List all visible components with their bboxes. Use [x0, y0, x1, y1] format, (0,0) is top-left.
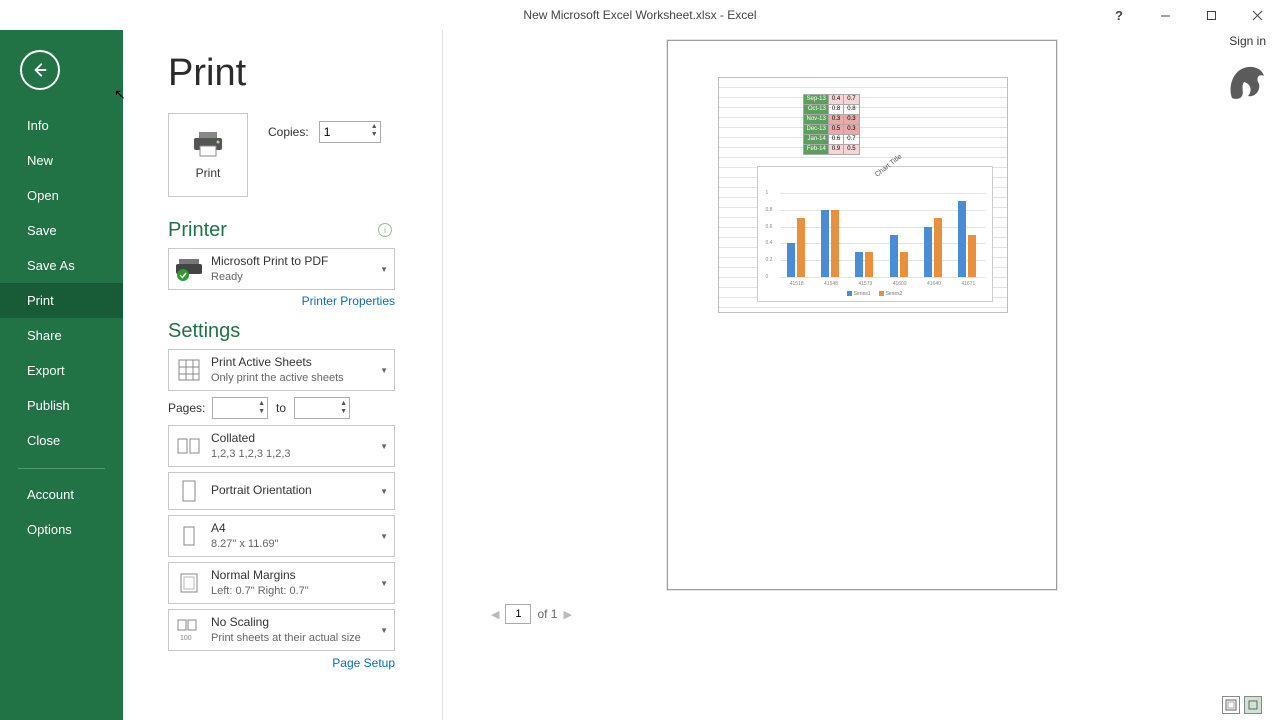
sidebar-item-close[interactable]: Close — [0, 423, 123, 458]
print-what-dropdown[interactable]: Print Active SheetsOnly print the active… — [168, 349, 395, 391]
printer-heading: Printer — [168, 219, 442, 242]
pages-to-input[interactable] — [295, 398, 329, 418]
preview-page-nav: ◀ of 1 ▶ — [443, 604, 1280, 624]
sidebar-item-options[interactable]: Options — [0, 512, 123, 547]
prev-page-button[interactable]: ◀ — [491, 608, 499, 621]
chevron-down-icon: ▼ — [380, 532, 388, 541]
back-button[interactable] — [20, 50, 60, 90]
next-page-button[interactable]: ▶ — [563, 608, 571, 621]
margins-title: Normal Margins — [211, 568, 368, 584]
sidebar-item-print[interactable]: Print — [0, 283, 123, 318]
paper-sub: 8.27" x 11.69" — [211, 537, 368, 551]
collate-dropdown[interactable]: Collated1,2,3 1,2,3 1,2,3 ▼ — [168, 425, 395, 467]
spinner-down-icon[interactable]: ▼ — [371, 131, 378, 139]
printer-properties-link[interactable]: Printer Properties — [168, 294, 395, 308]
spinner-down-icon[interactable]: ▼ — [340, 408, 347, 416]
svg-text:100: 100 — [180, 635, 192, 642]
pages-from-spinner[interactable]: ▲▼ — [212, 397, 268, 419]
collate-icon — [175, 432, 203, 460]
portrait-icon — [175, 477, 203, 505]
chart-title: Chart Title — [874, 153, 903, 178]
chevron-down-icon: ▼ — [380, 366, 388, 375]
sidebar-item-save[interactable]: Save — [0, 213, 123, 248]
page-setup-link[interactable]: Page Setup — [168, 656, 395, 670]
preview-sheet: Sep-130.40.7Oct-130.80.8Nov-130.30.3Dec-… — [718, 77, 1008, 313]
orientation-title: Portrait Orientation — [211, 483, 368, 499]
maximize-button[interactable] — [1188, 0, 1234, 30]
spinner-up-icon[interactable]: ▲ — [340, 400, 347, 408]
sidebar-item-export[interactable]: Export — [0, 353, 123, 388]
minimize-button[interactable] — [1142, 0, 1188, 30]
scaling-title: No Scaling — [211, 615, 368, 631]
page-number-input[interactable] — [505, 604, 531, 624]
print-preview-pane: Sep-130.40.7Oct-130.80.8Nov-130.30.3Dec-… — [443, 30, 1280, 720]
pages-to-spinner[interactable]: ▲▼ — [294, 397, 350, 419]
sidebar-item-new[interactable]: New — [0, 143, 123, 178]
printer-name: Microsoft Print to PDF — [211, 254, 368, 270]
print-button[interactable]: Print — [168, 113, 248, 197]
help-button[interactable]: ? — [1096, 0, 1142, 30]
copies-label: Copies: — [268, 125, 309, 139]
pages-to-label: to — [276, 401, 286, 415]
sidebar-item-info[interactable]: Info — [0, 108, 123, 143]
settings-heading: Settings — [168, 320, 442, 343]
pages-from-input[interactable] — [213, 398, 247, 418]
chevron-down-icon: ▼ — [380, 487, 388, 496]
chevron-down-icon: ▼ — [380, 442, 388, 451]
paper-dropdown[interactable]: A48.27" x 11.69" ▼ — [168, 515, 395, 557]
page-of-label: of 1 — [537, 607, 557, 621]
print-what-title: Print Active Sheets — [211, 355, 368, 371]
sidebar-item-saveas[interactable]: Save As — [0, 248, 123, 283]
margins-dropdown[interactable]: Normal MarginsLeft: 0.7" Right: 0.7" ▼ — [168, 562, 395, 604]
orientation-dropdown[interactable]: Portrait Orientation ▼ — [168, 472, 395, 510]
printer-dropdown[interactable]: Microsoft Print to PDF Ready ▼ — [168, 248, 395, 290]
sidebar-item-share[interactable]: Share — [0, 318, 123, 353]
margins-sub: Left: 0.7" Right: 0.7" — [211, 584, 368, 598]
backstage-sidebar: Info New Open Save Save As Print Share E… — [0, 30, 123, 720]
chevron-down-icon: ▼ — [380, 579, 388, 588]
preview-data-table: Sep-130.40.7Oct-130.80.8Nov-130.30.3Dec-… — [803, 94, 860, 155]
paper-title: A4 — [211, 521, 368, 537]
paper-icon — [175, 522, 203, 550]
margins-icon — [175, 569, 203, 597]
printer-icon — [191, 130, 225, 158]
sheets-icon — [175, 356, 203, 384]
close-button[interactable] — [1234, 0, 1280, 30]
preview-chart: Chart Title 00.20.40.60.8141518415484157… — [757, 166, 993, 302]
copies-input[interactable] — [324, 125, 362, 139]
info-icon[interactable]: i — [378, 223, 392, 237]
zoom-to-page-button[interactable] — [1244, 696, 1262, 714]
collate-title: Collated — [211, 431, 368, 447]
scaling-dropdown[interactable]: 100 No ScalingPrint sheets at their actu… — [168, 609, 395, 651]
printer-status: Ready — [211, 270, 368, 284]
printer-status-icon — [175, 255, 203, 283]
copies-spinner[interactable]: ▲▼ — [319, 121, 381, 143]
collate-sub: 1,2,3 1,2,3 1,2,3 — [211, 447, 368, 461]
print-button-label: Print — [196, 166, 221, 180]
sidebar-separator — [18, 468, 105, 469]
page-title: Print — [168, 52, 442, 95]
preview-page: Sep-130.40.7Oct-130.80.8Nov-130.30.3Dec-… — [667, 40, 1057, 590]
chevron-down-icon: ▼ — [380, 626, 388, 635]
pages-label: Pages: — [168, 401, 204, 415]
show-margins-button[interactable] — [1222, 696, 1240, 714]
sidebar-item-open[interactable]: Open — [0, 178, 123, 213]
chevron-down-icon: ▼ — [380, 265, 388, 274]
print-what-sub: Only print the active sheets — [211, 371, 368, 385]
spinner-down-icon[interactable]: ▼ — [258, 408, 265, 416]
spinner-up-icon[interactable]: ▲ — [258, 400, 265, 408]
scaling-icon: 100 — [175, 616, 203, 644]
titlebar: New Microsoft Excel Worksheet.xlsx - Exc… — [0, 0, 1280, 30]
print-settings-pane: Print Print Copies: ▲▼ Printer i — [123, 30, 443, 720]
spinner-up-icon[interactable]: ▲ — [371, 123, 378, 131]
sidebar-item-account[interactable]: Account — [0, 477, 123, 512]
sidebar-item-publish[interactable]: Publish — [0, 388, 123, 423]
window-title: New Microsoft Excel Worksheet.xlsx - Exc… — [523, 8, 756, 22]
scaling-sub: Print sheets at their actual size — [211, 631, 368, 645]
